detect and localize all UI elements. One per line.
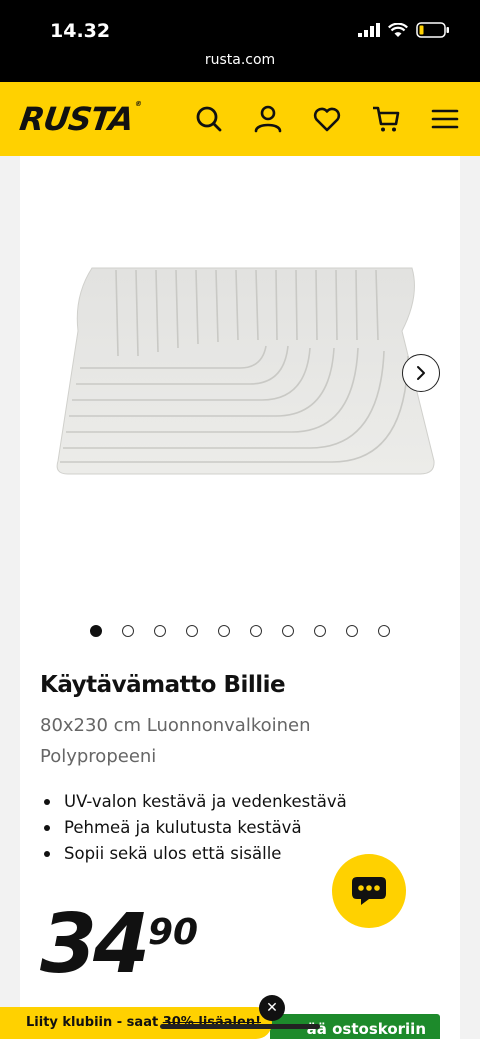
product-card: Käytävämatto Billie 80x230 cm Luonnonval… (20, 156, 460, 1039)
price-integer: 34 (40, 897, 150, 992)
account-icon[interactable] (253, 104, 283, 134)
club-promo-banner[interactable]: Liity klubiin - saat 30% lisäalen! (0, 1007, 272, 1039)
feature-item: Pehmeä ja kulutusta kestävä (44, 815, 347, 841)
feature-item: UV-valon kestävä ja vedenkestävä (44, 789, 347, 815)
gallery-dot[interactable] (218, 625, 230, 637)
gallery-pagination (90, 625, 390, 637)
product-price: 34 90 (40, 904, 198, 986)
url-bar[interactable]: rusta.com (0, 52, 480, 68)
status-bar: 14.32 rusta.com (0, 0, 480, 82)
battery-icon (416, 22, 449, 38)
cart-icon[interactable] (371, 104, 401, 134)
home-indicator (160, 1024, 320, 1029)
promo-text: Liity klubiin - saat (26, 1015, 163, 1030)
gallery-dot[interactable] (122, 625, 134, 637)
site-header: RUSTA® (0, 82, 480, 156)
gallery-dot[interactable] (378, 625, 390, 637)
heart-icon[interactable] (312, 104, 342, 134)
status-time: 14.32 (50, 20, 111, 42)
wifi-icon (388, 22, 408, 37)
close-promo-button[interactable]: ✕ (259, 995, 285, 1021)
status-icons (358, 22, 450, 38)
product-image[interactable] (40, 256, 440, 486)
gallery-dot[interactable] (346, 625, 358, 637)
logo-text: RUSTA (17, 100, 136, 138)
feature-list: UV-valon kestävä ja vedenkestävä Pehmeä … (44, 789, 347, 867)
price-decimals: 90 (148, 912, 199, 953)
menu-icon[interactable] (430, 104, 460, 134)
gallery-dot[interactable] (282, 625, 294, 637)
gallery-dot[interactable] (186, 625, 198, 637)
gallery-dot[interactable] (154, 625, 166, 637)
chevron-right-icon (417, 366, 425, 380)
chat-button[interactable] (332, 854, 406, 928)
chat-icon (352, 877, 386, 905)
feature-item: Sopii sekä ulos että sisälle (44, 841, 347, 867)
gallery-dot[interactable] (314, 625, 326, 637)
product-title: Käytävämatto Billie (40, 672, 286, 698)
next-image-button[interactable] (402, 354, 440, 392)
signal-icon (358, 23, 380, 37)
gallery-dot[interactable] (90, 625, 102, 637)
rusta-logo[interactable]: RUSTA® (17, 100, 141, 138)
product-subtitle: 80x230 cm Luonnonvalkoinen Polypropeeni (40, 715, 311, 767)
gallery-dot[interactable] (250, 625, 262, 637)
search-icon[interactable] (194, 104, 224, 134)
